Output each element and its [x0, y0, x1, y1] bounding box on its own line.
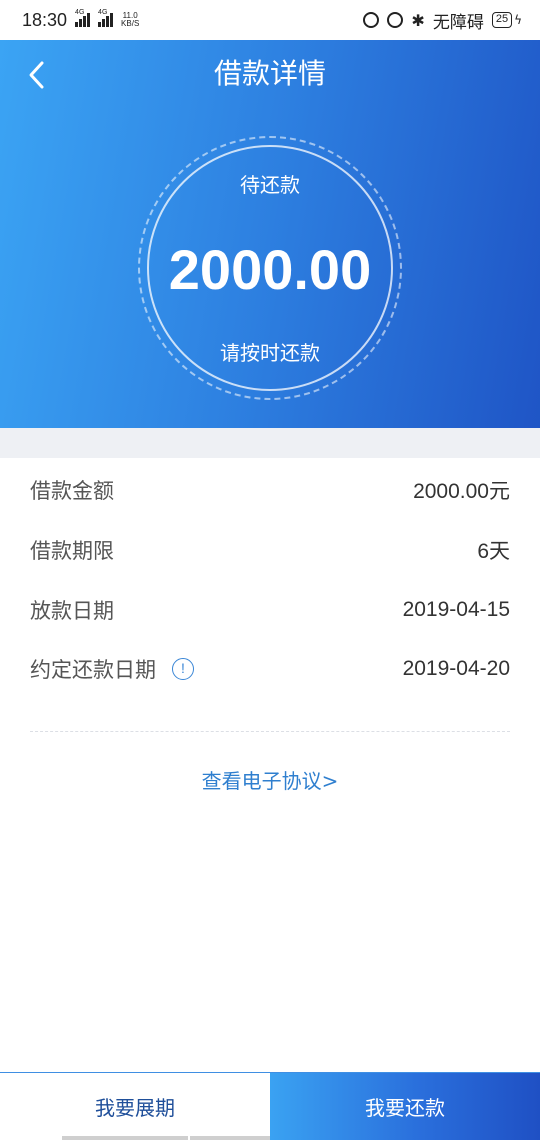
alarm-icon	[387, 12, 404, 28]
bottom-action-bar: 我要展期 我要还款	[0, 1072, 540, 1140]
nav-gesture-bar	[62, 1136, 188, 1140]
info-icon[interactable]: !	[172, 658, 194, 680]
header-banner: 借款详情 待还款 2000.00 请按时还款	[0, 40, 540, 428]
detail-label: 借款期限	[30, 539, 114, 563]
signal-icon-2: 4G	[98, 9, 114, 27]
repay-button[interactable]: 我要还款	[270, 1073, 540, 1140]
amount-due: 2000.00	[168, 238, 372, 301]
charging-icon: ϟ	[514, 13, 522, 27]
view-agreement-link[interactable]: 查看电子协议>	[0, 764, 540, 798]
detail-row-due-date: 约定还款日期 ! 2019-04-20	[30, 649, 510, 689]
extend-button[interactable]: 我要展期	[0, 1073, 270, 1140]
battery-icon: 25	[491, 12, 513, 28]
nav-gesture-bar-2	[190, 1136, 270, 1140]
status-time: 18:30	[22, 9, 68, 30]
bluetooth-icon: ✱	[411, 10, 425, 30]
amount-label: 待还款	[240, 173, 300, 197]
dashed-divider	[30, 731, 510, 732]
section-gap	[0, 428, 540, 458]
detail-row-amount: 借款金额 2000.00元	[30, 470, 510, 510]
detail-value: 2019-04-20	[402, 657, 510, 680]
detail-label: 借款金额	[30, 479, 114, 503]
detail-value: 6天	[477, 540, 510, 563]
page-title: 借款详情	[213, 57, 326, 90]
detail-label: 约定还款日期	[30, 658, 156, 682]
accessibility-label: 无障碍	[432, 12, 484, 33]
lock-rotation-icon	[363, 12, 380, 28]
detail-row-term: 借款期限 6天	[30, 530, 510, 570]
detail-value: 2000.00元	[413, 480, 510, 503]
amount-note: 请按时还款	[220, 341, 320, 365]
detail-row-loan-date: 放款日期 2019-04-15	[30, 590, 510, 630]
detail-label: 放款日期	[30, 599, 114, 623]
signal-icon: 4G	[75, 9, 91, 27]
detail-value: 2019-04-15	[402, 598, 510, 621]
network-speed: 11.0 KB/S	[121, 11, 140, 28]
detail-label-wrap: 约定还款日期 !	[30, 654, 194, 684]
status-bar: 18:30 4G 4G 11.0 KB/S ✱ 无障碍 25 ϟ	[0, 0, 540, 40]
